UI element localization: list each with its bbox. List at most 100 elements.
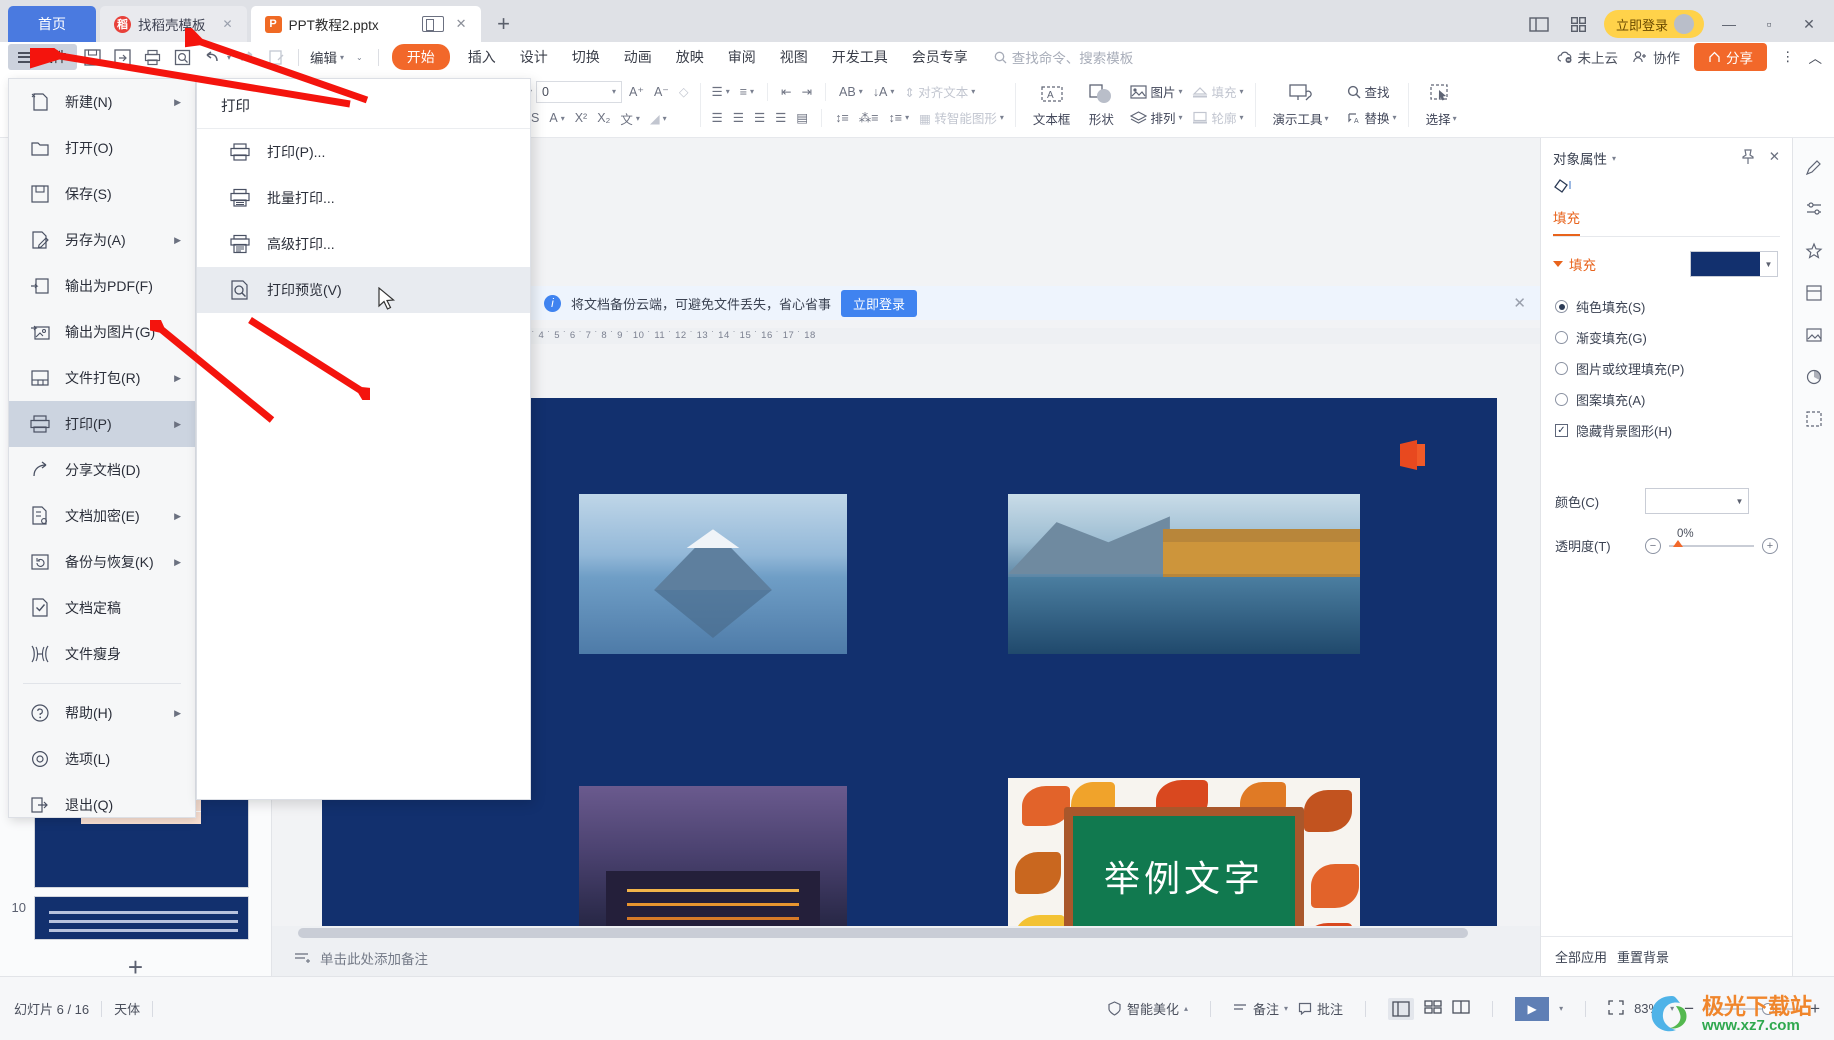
close-icon[interactable]: ✕: [1513, 294, 1526, 312]
arrange-button[interactable]: 排列 ▾: [1127, 107, 1185, 128]
menu-item-export-image[interactable]: 输出为图片(G): [9, 309, 195, 355]
find-button[interactable]: 查找: [1344, 81, 1393, 102]
fill-option-gradient[interactable]: 渐变填充(G): [1541, 322, 1792, 353]
share-button[interactable]: 分享: [1694, 43, 1767, 71]
tab-start[interactable]: 开始: [391, 44, 450, 70]
comments-button[interactable]: 批注: [1298, 999, 1343, 1018]
tab-design[interactable]: 设计: [508, 47, 560, 67]
edit-menu[interactable]: 编辑 ▾: [306, 47, 348, 67]
replace-button[interactable]: A 替换 ▾: [1344, 107, 1400, 128]
new-tab-button[interactable]: +: [489, 9, 519, 39]
pinyin-icon[interactable]: 文 ▾: [617, 108, 643, 129]
print-icon[interactable]: [139, 45, 165, 69]
minimize-button[interactable]: —: [1714, 9, 1744, 39]
menu-item-new[interactable]: 新建(N) ▶: [9, 79, 195, 125]
selection-pane-icon[interactable]: [1803, 408, 1825, 430]
menu-item-slim-file[interactable]: 文件瘦身: [9, 631, 195, 677]
horizontal-scrollbar[interactable]: [272, 926, 1540, 940]
thumbnail-preview[interactable]: [34, 896, 249, 940]
undo-dropdown-icon[interactable]: ▾: [227, 53, 231, 62]
normal-view-button[interactable]: [1388, 997, 1415, 1020]
thumbnail-item[interactable]: 10: [0, 888, 271, 940]
tab-docer-template[interactable]: 稻 找稻壳模板 ✕: [100, 6, 247, 42]
pin-icon[interactable]: [1741, 148, 1755, 168]
menu-item-encrypt[interactable]: 文档加密(E) ▶: [9, 493, 195, 539]
convert-smartart-icon[interactable]: ▦ 转智能图形 ▾: [916, 107, 1007, 128]
shape-button[interactable]: 形状: [1079, 82, 1123, 128]
menu-item-backup-restore[interactable]: 备份与恢复(K) ▶: [9, 539, 195, 585]
fill-button[interactable]: 填充 ▾: [1189, 81, 1246, 102]
dock-icon[interactable]: [421, 16, 444, 32]
picture-panel-icon[interactable]: [1803, 324, 1825, 346]
tab-fill[interactable]: 填充: [1553, 207, 1580, 236]
bullet-list-icon[interactable]: ☰ ▾: [709, 83, 733, 100]
save-as-icon[interactable]: [109, 45, 135, 69]
maximize-button[interactable]: ▫: [1754, 9, 1784, 39]
distribute-icon[interactable]: ▤: [793, 109, 811, 126]
presentation-tools-button[interactable]: 演示工具 ▾: [1264, 82, 1338, 128]
start-slideshow-button[interactable]: ▶: [1515, 996, 1550, 1021]
pen-icon[interactable]: [1803, 156, 1825, 178]
tab-transition[interactable]: 切换: [560, 47, 612, 67]
tab-insert[interactable]: 插入: [456, 47, 508, 67]
paragraph-space-icon[interactable]: ⁂≡: [856, 109, 882, 126]
close-icon[interactable]: ✕: [1769, 149, 1780, 168]
print-submenu[interactable]: 打印 打印(P)... 批量打印... 高级打印... 打印预览(V): [196, 78, 531, 800]
format-icon[interactable]: [1803, 198, 1825, 220]
subscript-icon[interactable]: X₂: [594, 110, 613, 126]
transparency-increase-button[interactable]: +: [1762, 537, 1778, 554]
decrease-indent-icon[interactable]: ⇤: [778, 83, 794, 100]
increase-font-icon[interactable]: A⁺: [626, 83, 647, 100]
close-icon[interactable]: ✕: [456, 16, 467, 32]
picture-button[interactable]: 图片 ▾: [1127, 81, 1185, 102]
format-painter-icon[interactable]: [263, 45, 289, 69]
close-button[interactable]: ✕: [1794, 9, 1824, 39]
fit-to-window-icon[interactable]: [1608, 999, 1624, 1018]
more-options-icon[interactable]: ⋮: [1781, 49, 1795, 65]
menu-item-export-pdf[interactable]: 输出为PDF(F): [9, 263, 195, 309]
color-picker[interactable]: ▼: [1645, 488, 1749, 514]
reset-background-button[interactable]: 重置背景: [1617, 947, 1669, 966]
grid-view-icon[interactable]: [1564, 9, 1594, 39]
transparency-slider[interactable]: 0%: [1669, 528, 1754, 547]
tab-view[interactable]: 视图: [768, 47, 820, 67]
select-button[interactable]: 选择 ▾: [1417, 82, 1466, 128]
submenu-item-print[interactable]: 打印(P)...: [197, 129, 530, 175]
notes-toggle-button[interactable]: 备注 ▾: [1233, 999, 1288, 1018]
menu-item-print[interactable]: 打印(P) ▶: [9, 401, 195, 447]
menu-item-save-as[interactable]: 另存为(A) ▶: [9, 217, 195, 263]
layout-icon[interactable]: [1803, 282, 1825, 304]
tab-document[interactable]: P PPT教程2.pptx ✕: [250, 6, 481, 42]
highlight-icon[interactable]: ◢ ▾: [647, 110, 670, 127]
theme-name[interactable]: 天体: [114, 999, 140, 1018]
collapse-ribbon-icon[interactable]: ︿: [1809, 47, 1823, 67]
file-menu-button[interactable]: 文件: [8, 44, 77, 70]
numbered-list-icon[interactable]: ≡ ▾: [737, 84, 757, 100]
tab-home[interactable]: 首页: [8, 6, 96, 42]
add-slide-button[interactable]: +: [0, 940, 271, 976]
outline-button[interactable]: 轮廓 ▾: [1189, 107, 1246, 128]
font-size-input[interactable]: 0 ▾: [536, 80, 623, 103]
close-icon[interactable]: ✕: [223, 17, 233, 31]
align-left-icon[interactable]: ☰: [709, 109, 726, 126]
cloud-status[interactable]: 未上云: [1557, 47, 1618, 67]
align-text-icon[interactable]: ⇕ 对齐文本 ▾: [901, 81, 978, 102]
superscript-icon[interactable]: X²: [572, 110, 591, 126]
menu-item-save[interactable]: 保存(S): [9, 171, 195, 217]
submenu-item-batch-print[interactable]: 批量打印...: [197, 175, 530, 221]
split-view-icon[interactable]: [1524, 9, 1554, 39]
login-button[interactable]: 立即登录: [1603, 10, 1704, 38]
menu-item-options[interactable]: 选项(L): [9, 736, 195, 782]
star-icon[interactable]: [1803, 240, 1825, 262]
print-preview-icon[interactable]: [169, 45, 195, 69]
fill-option-pattern[interactable]: 图案填充(A): [1541, 384, 1792, 415]
hide-background-graphics-checkbox[interactable]: ✓ 隐藏背景图形(H): [1541, 415, 1792, 446]
textbox-button[interactable]: A 文本框: [1024, 82, 1080, 128]
image-placeholder-mountain[interactable]: [579, 494, 847, 654]
menu-item-finalize[interactable]: 文档定稿: [9, 585, 195, 631]
increase-indent-icon[interactable]: ⇥: [799, 83, 815, 100]
menu-item-package[interactable]: 文件打包(R) ▶: [9, 355, 195, 401]
menu-item-share-doc[interactable]: 分享文档(D): [9, 447, 195, 493]
collaborate-button[interactable]: 协作: [1632, 47, 1680, 67]
fill-section-title[interactable]: 填充: [1541, 254, 1608, 274]
